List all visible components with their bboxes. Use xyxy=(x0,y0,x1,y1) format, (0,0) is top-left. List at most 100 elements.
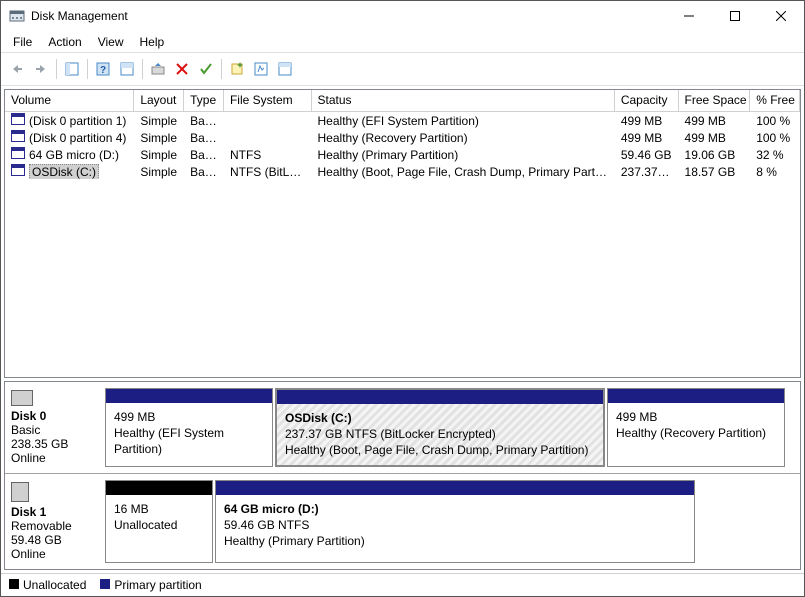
volume-type: Basic xyxy=(184,131,224,145)
apply-button[interactable] xyxy=(194,57,218,81)
partition-header-stripe xyxy=(106,481,212,495)
back-button[interactable] xyxy=(5,57,29,81)
volume-type: Basic xyxy=(184,165,224,179)
title-bar[interactable]: Disk Management xyxy=(1,1,804,31)
col-free[interactable]: Free Space xyxy=(679,90,751,111)
disk-status: Online xyxy=(11,451,46,465)
partition-box[interactable]: 16 MBUnallocated xyxy=(105,480,213,563)
new-action-button[interactable] xyxy=(225,57,249,81)
col-volume[interactable]: Volume xyxy=(5,90,134,111)
disk-row: Disk 0Basic238.35 GBOnline499 MBHealthy … xyxy=(5,382,800,474)
show-hide-tree-button[interactable] xyxy=(60,57,84,81)
volume-row[interactable]: 64 GB micro (D:) SimpleBasicNTFSHealthy (… xyxy=(5,146,800,163)
col-percent[interactable]: % Free xyxy=(750,90,800,111)
svg-text:?: ? xyxy=(100,65,106,76)
volume-icon xyxy=(11,113,25,125)
volume-name: (Disk 0 partition 1) xyxy=(29,114,126,128)
partition-line: Healthy (Boot, Page File, Crash Dump, Pr… xyxy=(285,443,588,457)
col-layout[interactable]: Layout xyxy=(134,90,184,111)
volume-icon xyxy=(11,130,25,142)
partition-line: 237.37 GB NTFS (BitLocker Encrypted) xyxy=(285,427,496,441)
volume-icon xyxy=(11,147,25,159)
legend-swatch-navy xyxy=(100,579,110,589)
partition-box[interactable]: 499 MBHealthy (EFI System Partition) xyxy=(105,388,273,467)
menu-file[interactable]: File xyxy=(5,33,40,51)
disk-type: Basic xyxy=(11,423,40,437)
volume-fs: NTFS xyxy=(224,148,312,162)
toolbar-separator xyxy=(221,59,222,79)
volume-layout: Simple xyxy=(134,114,184,128)
partition-box[interactable]: 499 MBHealthy (Recovery Partition) xyxy=(607,388,785,467)
toolbar-separator xyxy=(87,59,88,79)
volume-layout: Simple xyxy=(134,131,184,145)
disk-name: Disk 0 xyxy=(11,409,46,423)
volume-name: (Disk 0 partition 4) xyxy=(29,131,126,145)
app-icon xyxy=(9,8,25,24)
disk-label[interactable]: Disk 1Removable59.48 GBOnline xyxy=(5,474,105,569)
col-capacity[interactable]: Capacity xyxy=(615,90,679,111)
forward-button[interactable] xyxy=(29,57,53,81)
volume-row[interactable]: (Disk 0 partition 1)SimpleBasicHealthy (… xyxy=(5,112,800,129)
volume-list[interactable]: Volume Layout Type File System Status Ca… xyxy=(4,89,801,378)
refresh-button[interactable] xyxy=(146,57,170,81)
disk-partitions: 499 MBHealthy (EFI System Partition)OSDi… xyxy=(105,382,800,473)
show-top-button[interactable] xyxy=(115,57,139,81)
legend-swatch-black xyxy=(9,579,19,589)
settings-button[interactable] xyxy=(273,57,297,81)
volume-layout: Simple xyxy=(134,148,184,162)
partition-header-stripe xyxy=(608,389,784,403)
volume-percent: 32 % xyxy=(750,148,800,162)
volume-capacity: 59.46 GB xyxy=(615,148,679,162)
col-filesystem[interactable]: File System xyxy=(224,90,312,111)
partition-box[interactable]: 64 GB micro (D:)59.46 GB NTFSHealthy (Pr… xyxy=(215,480,695,563)
legend: Unallocated Primary partition xyxy=(1,573,804,596)
volume-row[interactable]: (Disk 0 partition 4) SimpleBasic Healthy (… xyxy=(5,129,800,146)
volume-icon xyxy=(11,164,25,176)
disk-management-window: Disk Management File Action View Help ? xyxy=(0,0,805,597)
legend-primary-label: Primary partition xyxy=(114,578,201,592)
menu-view[interactable]: View xyxy=(90,33,132,51)
menu-action[interactable]: Action xyxy=(40,33,89,51)
volume-name: OSDisk (C:) xyxy=(29,164,99,179)
toolbar-separator xyxy=(142,59,143,79)
volume-free: 499 MB xyxy=(679,131,751,145)
disk-graphical-view[interactable]: Disk 0Basic238.35 GBOnline499 MBHealthy … xyxy=(4,381,801,570)
partition-header-stripe xyxy=(216,481,694,495)
volume-capacity: 499 MB xyxy=(615,114,679,128)
disk-trailing-spacer xyxy=(697,480,787,563)
volume-status: Healthy (Boot, Page File, Crash Dump, Pr… xyxy=(312,165,615,179)
volume-free: 19.06 GB xyxy=(679,148,751,162)
help-button[interactable]: ? xyxy=(91,57,115,81)
legend-primary: Primary partition xyxy=(100,578,201,592)
volume-status: Healthy (Primary Partition) xyxy=(312,148,615,162)
volume-type: Basic xyxy=(184,148,224,162)
col-status[interactable]: Status xyxy=(312,90,615,111)
volume-name: 64 GB micro (D:) xyxy=(29,148,119,162)
volume-list-body[interactable]: (Disk 0 partition 1)SimpleBasicHealthy (… xyxy=(5,112,800,377)
menu-help[interactable]: Help xyxy=(132,33,173,51)
disk-label[interactable]: Disk 0Basic238.35 GBOnline xyxy=(5,382,105,473)
partition-line: 16 MB xyxy=(114,502,149,516)
legend-unallocated: Unallocated xyxy=(9,578,86,592)
volume-header-row: Volume Layout Type File System Status Ca… xyxy=(5,90,800,112)
maximize-button[interactable] xyxy=(712,1,758,31)
volume-row[interactable]: OSDisk (C:)SimpleBasicNTFS (BitLo…Health… xyxy=(5,163,800,180)
window-title: Disk Management xyxy=(25,9,666,23)
delete-button[interactable] xyxy=(170,57,194,81)
partition-header-stripe xyxy=(106,389,272,403)
rescan-button[interactable] xyxy=(249,57,273,81)
disk-status: Online xyxy=(11,547,46,561)
disk-name: Disk 1 xyxy=(11,505,46,519)
partition-header-stripe xyxy=(277,390,603,404)
volume-percent: 8 % xyxy=(750,165,800,179)
partition-title: OSDisk (C:) xyxy=(285,411,352,425)
disk-size: 59.48 GB xyxy=(11,533,62,547)
volume-status: Healthy (Recovery Partition) xyxy=(312,131,615,145)
col-type[interactable]: Type xyxy=(184,90,224,111)
partition-title: 64 GB micro (D:) xyxy=(224,502,319,516)
partition-box[interactable]: OSDisk (C:) 237.37 GB NTFS (BitLocker Enc… xyxy=(275,388,605,467)
close-button[interactable] xyxy=(758,1,804,31)
minimize-button[interactable] xyxy=(666,1,712,31)
volume-fs: NTFS (BitLo… xyxy=(224,165,312,179)
volume-type: Basic xyxy=(184,114,224,128)
